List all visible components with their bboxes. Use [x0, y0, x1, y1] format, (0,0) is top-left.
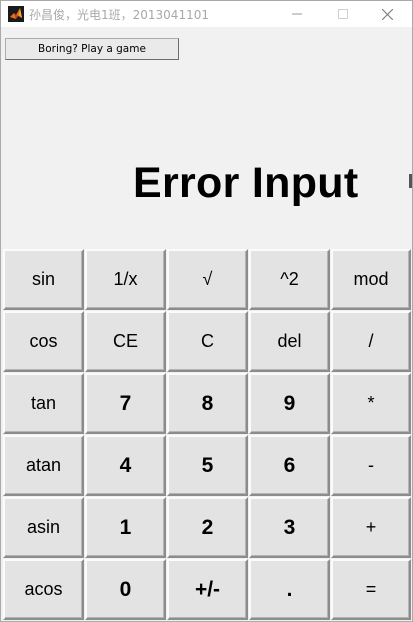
- close-button[interactable]: [364, 1, 410, 27]
- digit-3-key[interactable]: 3: [249, 497, 330, 558]
- acos-key[interactable]: acos: [3, 559, 84, 620]
- digit-4-key[interactable]: 4: [85, 435, 166, 496]
- divide-key[interactable]: /: [331, 311, 411, 372]
- digit-1-key[interactable]: 1: [85, 497, 166, 558]
- digit-8-key[interactable]: 8: [167, 373, 248, 434]
- reciprocal-key[interactable]: 1/x: [85, 249, 166, 310]
- digit-0-key[interactable]: 0: [85, 559, 166, 620]
- close-icon: [381, 8, 393, 20]
- atan-key[interactable]: atan: [3, 435, 84, 496]
- sqrt-key[interactable]: √: [167, 249, 248, 310]
- digit-5-key[interactable]: 5: [167, 435, 248, 496]
- asin-key[interactable]: asin: [3, 497, 84, 558]
- digit-7-key[interactable]: 7: [85, 373, 166, 434]
- display-area: Boring? Play a game Error Input: [3, 27, 412, 251]
- display-edge-marker: [409, 174, 412, 188]
- maximize-button[interactable]: [320, 1, 366, 27]
- negate-key[interactable]: +/-: [167, 559, 248, 620]
- tan-key[interactable]: tan: [3, 373, 84, 434]
- result-display: Error Input: [133, 159, 359, 207]
- cos-key[interactable]: cos: [3, 311, 84, 372]
- clear-key[interactable]: C: [167, 311, 248, 372]
- sin-key[interactable]: sin: [3, 249, 84, 310]
- mod-key[interactable]: mod: [331, 249, 411, 310]
- play-game-button[interactable]: Boring? Play a game: [5, 38, 179, 60]
- square-key[interactable]: ^2: [249, 249, 330, 310]
- window-title: 孙昌俊，光电1班，2013041101: [29, 8, 209, 22]
- digit-2-key[interactable]: 2: [167, 497, 248, 558]
- multiply-key[interactable]: *: [331, 373, 411, 434]
- maximize-icon: [338, 9, 348, 19]
- title-bar[interactable]: 孙昌俊，光电1班，2013041101: [1, 1, 412, 27]
- decimal-key[interactable]: .: [249, 559, 330, 620]
- add-key[interactable]: +: [331, 497, 411, 558]
- calculator-window: 孙昌俊，光电1班，2013041101 Boring? Play a game …: [0, 0, 413, 622]
- digit-9-key[interactable]: 9: [249, 373, 330, 434]
- clear-entry-key[interactable]: CE: [85, 311, 166, 372]
- digit-6-key[interactable]: 6: [249, 435, 330, 496]
- equals-key[interactable]: =: [331, 559, 411, 620]
- minimize-button[interactable]: [274, 1, 320, 27]
- matlab-icon: [8, 6, 24, 22]
- keypad: sin 1/x √ ^2 mod cos CE Cdel / tan 7 8 9 * atan 4 5 6- asi…: [3, 249, 413, 621]
- subtract-key[interactable]: -: [331, 435, 411, 496]
- delete-key[interactable]: del: [249, 311, 330, 372]
- minimize-icon: [292, 13, 302, 15]
